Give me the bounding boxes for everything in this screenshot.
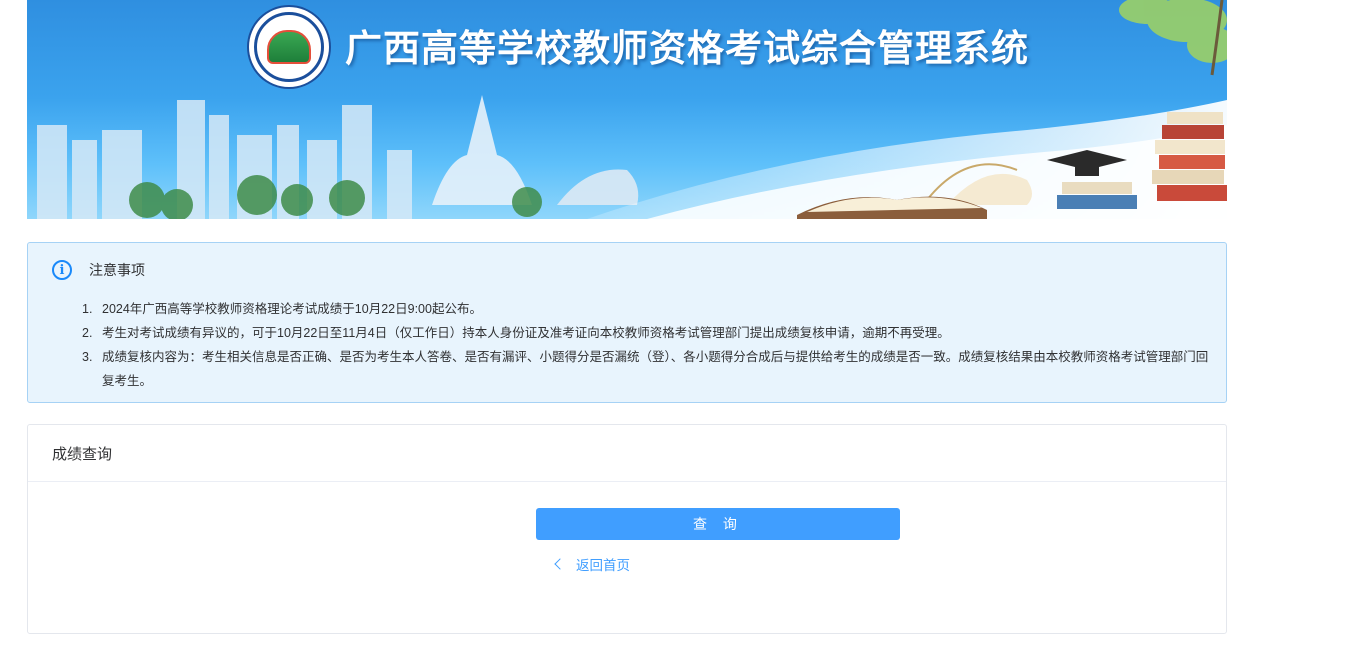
notice-title: 注意事项 (89, 262, 145, 278)
query-button[interactable]: 查 询 (536, 508, 900, 540)
info-circle-icon: i (52, 260, 72, 280)
notice-panel: i 注意事项 1. 2024年广西高等学校教师资格理论考试成绩于10月22日9:… (27, 242, 1227, 403)
notice-item-text: 2024年广西高等学校教师资格理论考试成绩于10月22日9:00起公布。 (102, 302, 482, 316)
notice-item-text: 成绩复核内容为：考生相关信息是否正确、是否为考生本人答卷、是否有漏评、小题得分是… (102, 350, 1209, 388)
notice-item-text: 考生对考试成绩有异议的，可于10月22日至11月4日（仅工作日）持本人身份证及准… (102, 326, 950, 340)
notice-item: 3. 成绩复核内容为：考生相关信息是否正确、是否为考生本人答卷、是否有漏评、小题… (82, 345, 1214, 393)
score-query-card: 成绩查询 查 询 返回首页 (27, 424, 1227, 634)
notice-item-number: 1. (82, 302, 93, 316)
card-title: 成绩查询 (28, 425, 1226, 482)
back-home-label: 返回首页 (576, 558, 630, 573)
school-emblem-icon (249, 7, 329, 87)
back-home-link[interactable]: 返回首页 (553, 554, 630, 574)
site-title: 广西高等学校教师资格考试综合管理系统 (345, 26, 1029, 70)
header-banner: 广西高等学校教师资格考试综合管理系统 (27, 0, 1227, 219)
notice-list: 1. 2024年广西高等学校教师资格理论考试成绩于10月22日9:00起公布。 … (82, 297, 1214, 393)
notice-item: 2. 考生对考试成绩有异议的，可于10月22日至11月4日（仅工作日）持本人身份… (82, 321, 1214, 345)
notice-header: i 注意事项 (52, 260, 145, 280)
notice-item-number: 2. (82, 326, 93, 340)
notice-item: 1. 2024年广西高等学校教师资格理论考试成绩于10月22日9:00起公布。 (82, 297, 1214, 321)
notice-item-number: 3. (82, 350, 93, 364)
chevron-left-icon (554, 558, 566, 570)
